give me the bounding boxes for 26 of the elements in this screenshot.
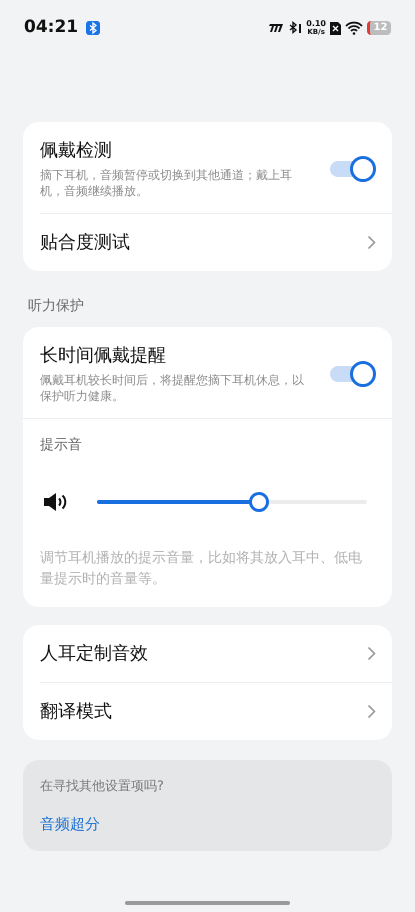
signal-icon: [268, 23, 284, 33]
setting-title: 长时间佩戴提醒: [40, 344, 167, 368]
settings-row[interactable]: 翻译模式: [23, 683, 392, 740]
sim-card-icon: [330, 22, 341, 34]
toggle-switch[interactable]: [330, 361, 376, 387]
bluetooth-icon: [288, 21, 302, 35]
setting-description: 佩戴耳机较长时间后，将提醒您摘下耳机休息，以保护听力健康。: [40, 372, 305, 404]
setting-title: 佩戴检测: [40, 139, 113, 163]
network-speed: 0.10: [306, 20, 326, 28]
battery-level: 12: [374, 23, 388, 33]
toggle-switch[interactable]: [330, 156, 376, 182]
bluetooth-icon: [86, 21, 100, 35]
section-label: 听力保护: [27, 297, 85, 316]
suggestion-link[interactable]: 音频超分: [40, 812, 100, 835]
volume-note: 调节耳机播放的提示音量，比如将其放入耳中、低电量提示时的音量等。: [39, 549, 363, 589]
suggestion-question: 在寻找其他设置项吗?: [40, 778, 164, 796]
setting-description: 摘下耳机，音频暂停或切换到其他通道；戴上耳机，音频继续播放。: [40, 167, 293, 199]
chevron-icon: [367, 235, 376, 250]
speaker-icon: [43, 492, 69, 512]
settings-row[interactable]: 贴合度测试: [23, 214, 392, 271]
chevron-icon: [367, 646, 376, 661]
status-time: 04:21: [24, 16, 78, 40]
volume-label: 提示音: [39, 436, 83, 455]
wifi-icon: [345, 21, 363, 35]
settings-row[interactable]: 人耳定制音效: [23, 625, 392, 682]
chevron-icon: [367, 704, 376, 719]
